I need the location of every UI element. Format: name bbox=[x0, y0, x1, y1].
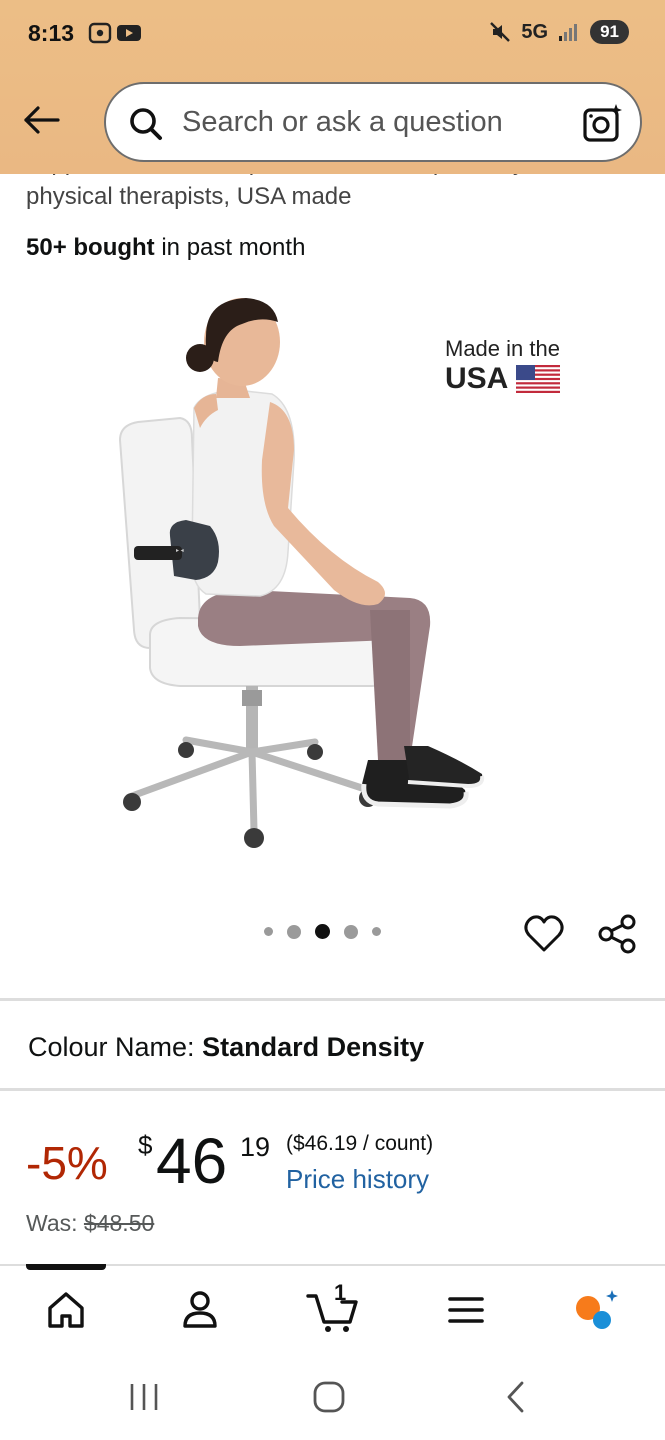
status-bar: 8:13 5G 91 bbox=[0, 0, 665, 68]
discount-percent: -5% bbox=[26, 1137, 108, 1189]
status-right: 5G 91 bbox=[489, 20, 629, 44]
search-bar[interactable]: Search or ask a question bbox=[104, 82, 642, 162]
image-pagination[interactable] bbox=[264, 924, 381, 939]
pagination-dot[interactable] bbox=[287, 924, 301, 939]
active-tab-indicator bbox=[26, 1264, 106, 1270]
colour-value: Standard Density bbox=[202, 1032, 425, 1062]
share-icon[interactable] bbox=[596, 912, 640, 956]
search-placeholder: Search or ask a question bbox=[182, 106, 503, 138]
price-block: -5% $ 46 19 ($46.19 / count) Price histo… bbox=[26, 1125, 646, 1198]
svg-text:▸ ◂: ▸ ◂ bbox=[176, 548, 184, 554]
mute-icon bbox=[490, 22, 511, 42]
battery-level: 91 bbox=[590, 20, 629, 44]
price-currency: $ bbox=[138, 1130, 153, 1160]
pagination-dot[interactable] bbox=[372, 927, 381, 936]
pagination-dot[interactable] bbox=[264, 927, 273, 936]
rufus-icon[interactable] bbox=[572, 1286, 620, 1334]
was-value: $48.50 bbox=[83, 1210, 155, 1236]
heart-icon[interactable] bbox=[522, 912, 566, 956]
pagination-dot-active[interactable] bbox=[315, 924, 330, 939]
youtube-icon bbox=[117, 25, 141, 41]
pagination-dot[interactable] bbox=[344, 924, 358, 939]
camera-search-icon[interactable] bbox=[582, 102, 624, 144]
price-whole: 46 bbox=[156, 1125, 228, 1197]
screenshot-icon bbox=[88, 22, 112, 44]
colour-selector[interactable]: Colour Name: Standard Density bbox=[28, 1032, 424, 1063]
bottom-nav: 1 bbox=[0, 1264, 665, 1350]
bought-count: 50+ bought in past month bbox=[26, 234, 305, 262]
network-type: 5G bbox=[521, 20, 549, 43]
account-icon[interactable] bbox=[176, 1286, 224, 1334]
search-icon bbox=[130, 108, 162, 140]
us-flag-icon bbox=[516, 365, 561, 393]
menu-icon[interactable] bbox=[442, 1286, 490, 1334]
unit-price: ($46.19 / count) bbox=[286, 1132, 434, 1155]
divider bbox=[0, 1088, 665, 1091]
product-page: support cushion, the preferred lumbar pi… bbox=[0, 0, 665, 1440]
badge-line-1: Made in the bbox=[445, 336, 560, 361]
product-title-line-2: physical therapists, USA made bbox=[26, 183, 352, 210]
back-arrow-icon[interactable] bbox=[20, 98, 64, 142]
bought-count-rest: in past month bbox=[154, 234, 306, 261]
signal-icon bbox=[559, 24, 578, 41]
system-back-icon[interactable] bbox=[504, 1380, 528, 1414]
made-in-usa-badge: Made in the USA bbox=[445, 336, 561, 396]
app-header: 8:13 5G 91 Search or ask a question bbox=[0, 0, 665, 174]
cart-count: 1 bbox=[334, 1280, 347, 1305]
colour-label: Colour Name: bbox=[28, 1032, 203, 1062]
bought-count-bold: 50+ bought bbox=[26, 234, 155, 261]
divider bbox=[0, 998, 665, 1001]
badge-line-2: USA bbox=[445, 362, 509, 395]
system-nav-bar bbox=[0, 1350, 665, 1440]
home-icon[interactable] bbox=[42, 1286, 90, 1334]
was-label: Was: bbox=[26, 1210, 84, 1236]
was-price: Was: $48.50 bbox=[26, 1210, 154, 1237]
home-button-icon[interactable] bbox=[312, 1380, 346, 1414]
recent-apps-icon[interactable] bbox=[128, 1382, 160, 1412]
price-history-link[interactable]: Price history bbox=[286, 1164, 429, 1195]
price-fraction: 19 bbox=[240, 1132, 271, 1162]
status-time: 8:13 bbox=[28, 20, 75, 46]
